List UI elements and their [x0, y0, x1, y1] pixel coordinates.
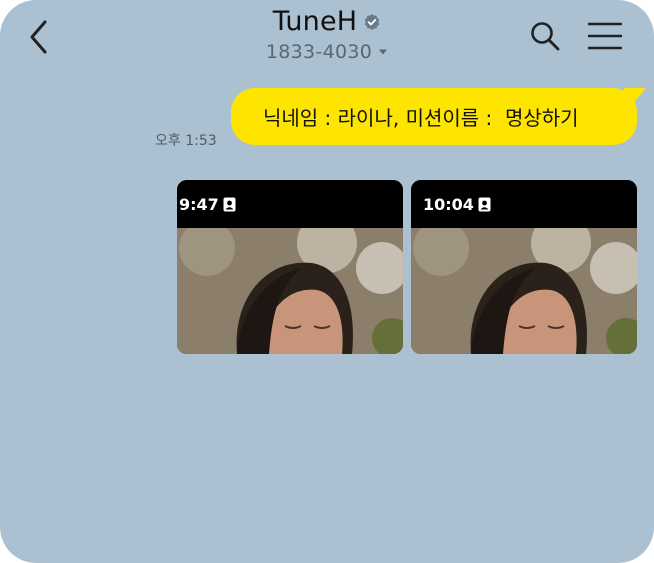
- contact-card-icon: [478, 197, 491, 211]
- screenshot-status-bar: 9:47: [177, 180, 403, 228]
- chat-title: TuneH: [272, 6, 358, 37]
- meditation-photo: [177, 228, 403, 354]
- message-bubble[interactable]: 닉네임 : 라이나, 미션이름 : 명상하기: [231, 88, 637, 145]
- image-attachment[interactable]: 9:47: [177, 180, 403, 354]
- hamburger-menu-icon: [587, 22, 623, 50]
- caret-down-icon: [379, 49, 388, 55]
- screenshot-status-bar: 10:04: [411, 180, 637, 228]
- image-attachment[interactable]: 10:04: [411, 180, 637, 354]
- search-icon: [531, 22, 560, 51]
- status-time: 10:04: [423, 194, 474, 214]
- chat-screen: TuneH 1833-4030 오후 1:53 닉네임: 라이나, 미션이름 …: [0, 0, 654, 563]
- message-time: 오후 1:53: [155, 133, 217, 149]
- contact-card-icon: [223, 197, 236, 211]
- verified-badge-icon: [364, 13, 380, 30]
- phone-number: 1833-4030: [265, 41, 373, 63]
- menu-button[interactable]: [587, 22, 623, 50]
- message-text: 닉네임 : 라이나, 미션이름 : 명상하기: [263, 106, 579, 130]
- status-time: 9:47: [179, 194, 219, 214]
- meditation-photo: [411, 228, 637, 354]
- search-button[interactable]: [529, 20, 561, 52]
